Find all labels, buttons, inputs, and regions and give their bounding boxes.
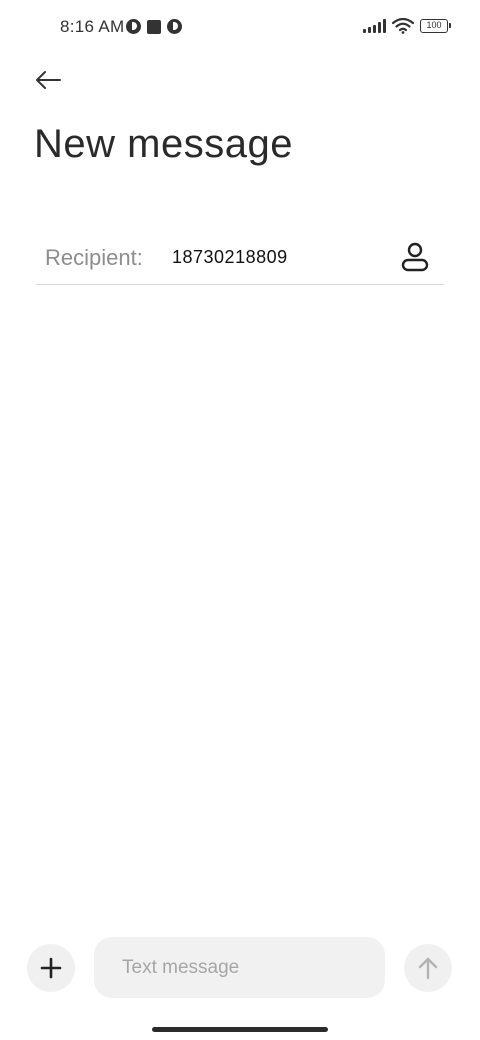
status-time: 8:16 AM	[60, 17, 125, 36]
arrow-up-icon	[418, 957, 438, 980]
wifi-icon	[392, 18, 414, 34]
plus-icon	[40, 957, 62, 979]
notification-circle-icon	[167, 19, 182, 34]
page-title: New message	[34, 122, 293, 166]
notification-circle-icon	[126, 19, 141, 34]
system-icons: 100	[363, 18, 451, 34]
add-attachment-button[interactable]	[27, 944, 75, 992]
contact-person-icon	[401, 242, 429, 272]
status-bar: 8:16 AM 100	[0, 0, 480, 56]
recipient-field[interactable]: Recipient: 18730218809	[36, 232, 444, 285]
back-button[interactable]	[28, 62, 68, 98]
send-button[interactable]	[404, 944, 452, 992]
battery-icon: 100	[420, 19, 451, 33]
arrow-left-icon	[36, 71, 61, 89]
contact-picker-button[interactable]	[398, 240, 432, 274]
recipient-value[interactable]: 18730218809	[172, 247, 288, 268]
new-message-screen: 8:16 AM 100 New message Recipient: 18730…	[0, 0, 480, 1040]
signal-icon	[363, 19, 386, 33]
notification-icons	[126, 19, 182, 34]
message-input[interactable]	[94, 937, 385, 998]
home-indicator[interactable]	[152, 1027, 328, 1032]
recipient-label: Recipient:	[45, 245, 143, 270]
notification-square-icon	[147, 19, 161, 34]
